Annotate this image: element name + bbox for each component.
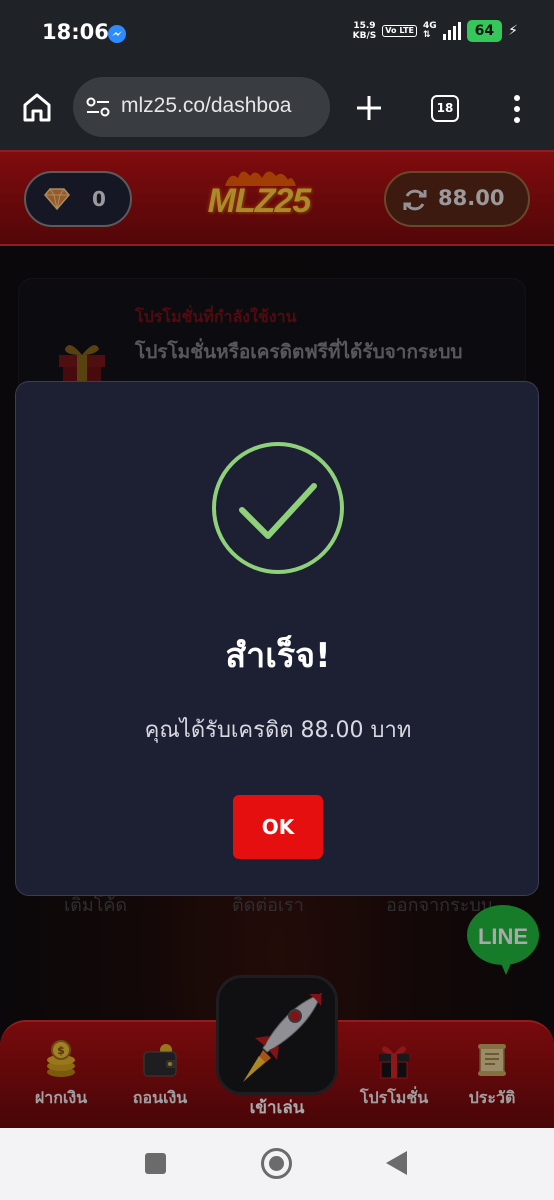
signal-icon [442, 22, 461, 40]
charging-icon: ⚡ [508, 23, 518, 39]
recents-icon[interactable] [145, 1153, 166, 1174]
network-type: 4G ⇅ [423, 22, 437, 40]
more-menu-icon[interactable] [505, 92, 529, 126]
status-bar: 18:06 15.9 KB/S Vo LTE 4G ⇅ 64 ⚡ [0, 0, 554, 66]
check-circle-icon [212, 442, 344, 574]
browser-toolbar: mlz25.co/dashboa 18 [0, 66, 554, 150]
volte-badge: Vo LTE [382, 25, 418, 37]
address-bar[interactable]: mlz25.co/dashboa [73, 77, 330, 137]
back-icon[interactable] [386, 1151, 407, 1175]
net-speed-unit: KB/S [352, 31, 377, 41]
home-icon[interactable] [20, 90, 54, 124]
ok-button[interactable]: OK [233, 795, 323, 859]
system-navigation-bar [0, 1128, 554, 1200]
data-arrows-icon: ⇅ [423, 30, 431, 40]
status-indicators: 15.9 KB/S Vo LTE 4G ⇅ 64 ⚡ [353, 20, 518, 42]
success-dialog: สำเร็จ! คุณได้รับเครดิต 88.00 บาท OK [15, 381, 539, 896]
site-settings-icon[interactable] [86, 96, 110, 118]
tab-switcher-button[interactable]: 18 [431, 95, 459, 122]
dialog-message: คุณได้รับเครดิต 88.00 บาท [144, 718, 412, 743]
status-time: 18:06 [42, 20, 109, 44]
new-tab-icon[interactable] [352, 91, 386, 125]
net-speed: 15.9 KB/S [353, 21, 377, 41]
battery-indicator: 64 [466, 20, 503, 42]
url-text[interactable]: mlz25.co/dashboa [121, 94, 321, 118]
messenger-icon [108, 25, 126, 43]
home-circle-icon[interactable] [261, 1148, 292, 1179]
net-speed-value: 15.9 [353, 21, 376, 31]
dialog-title: สำเร็จ! [225, 636, 331, 676]
